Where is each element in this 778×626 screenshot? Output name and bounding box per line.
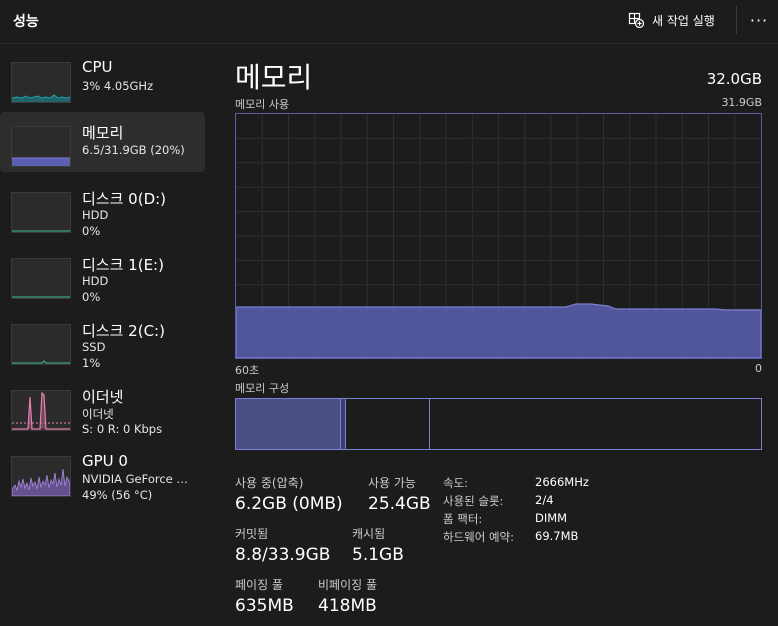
graph-label: 메모리 사용 [235,98,290,111]
stat-label: 커밋됨 [235,527,269,541]
stat-nonpaged-pool: 비페이징 풀 418MB [318,576,377,616]
sidebar-item-usage: 0% [82,224,101,238]
ethernet-thumbnail [11,390,71,431]
memory-thumbnail [11,126,71,167]
stat-value: 6.2GB (0MB) [235,494,343,514]
sidebar-item-memory[interactable]: 메모리 6.5/31.9GB (20%) [0,112,205,172]
cpu-thumbnail [11,62,71,103]
sidebar-item-usage: 49% (56 °C) [82,488,153,502]
stat-label: 페이징 풀 [235,578,283,592]
stat-value: 25.4GB [368,494,431,514]
stat-value: 5.1GB [352,545,404,565]
sidebar-item-name: 메모리 [82,124,124,142]
stat-label: 사용 중(압축) [235,476,304,490]
sidebar-item-detail: HDD [82,274,109,288]
sidebar-item-cpu[interactable]: CPU 3% 4.05GHz [0,48,205,108]
memory-capacity: 32.0GB [706,70,762,88]
spec-form-value: DIMM [535,511,568,525]
sidebar-item-detail: 이더넷 [82,407,114,421]
run-new-task-label: 새 작업 실행 [652,13,715,28]
stat-label: 비페이징 풀 [318,578,378,592]
graph-max-label: 31.9GB [721,96,762,109]
gpu-0-thumbnail [11,456,71,497]
sidebar-item-name: GPU 0 [82,452,128,470]
sidebar-item-detail: 6.5/31.9GB (20%) [82,143,185,157]
composition-in-use [236,399,341,449]
spec-slots-label: 사용된 슬롯: [443,494,504,508]
disk-1-thumbnail [11,258,71,299]
task-manager-window: 성능 새 작업 실행 ··· CPU 3% 4.05GHz 메모리 6.5/31… [0,0,778,626]
new-task-icon [628,12,644,28]
sidebar-item-usage: 1% [82,356,101,370]
main-title: 메모리 [235,61,313,94]
sidebar-item-name: 디스크 0(D:) [82,190,167,208]
sidebar-item-ethernet[interactable]: 이더넷 이더넷 S: 0 R: 0 Kbps [0,376,205,436]
spec-slots-value: 2/4 [535,493,554,507]
spec-speed-value: 2666MHz [535,475,589,489]
sidebar-item-gpu-0[interactable]: GPU 0 NVIDIA GeForce … 49% (56 °C) [0,442,205,502]
sidebar-item-usage: S: 0 R: 0 Kbps [82,422,163,436]
sidebar-item-disk-0[interactable]: 디스크 0(D:) HDD 0% [0,178,205,238]
stat-committed: 커밋됨 8.8/33.9GB [235,525,330,565]
memory-composition-bar [235,398,762,450]
memory-usage-graph [235,113,762,359]
sidebar-item-detail: NVIDIA GeForce … [82,472,188,486]
stat-label: 캐시됨 [352,527,386,541]
sidebar-item-detail: SSD [82,340,106,354]
sidebar-item-detail: 3% 4.05GHz [82,79,154,93]
more-options-icon[interactable]: ··· [744,6,774,34]
stat-paged-pool: 페이징 풀 635MB [235,576,294,616]
sidebar-item-disk-1[interactable]: 디스크 1(E:) HDD 0% [0,244,205,304]
sidebar-item-name: CPU [82,58,113,76]
sidebar-item-name: 디스크 1(E:) [82,256,164,274]
sidebar-item-name: 디스크 2(C:) [82,322,165,340]
header-bar: 성능 새 작업 실행 ··· [0,0,778,44]
disk-2-thumbnail [11,324,71,365]
stat-available: 사용 가능 25.4GB [368,474,431,514]
sidebar-item-usage: 0% [82,290,101,304]
spec-reserved-value: 69.7MB [535,529,579,543]
stat-value: 635MB [235,596,294,616]
sidebar-item-detail: HDD [82,208,109,222]
graph-time-label: 60초 [235,364,260,377]
memory-usage-area [236,303,761,358]
spec-reserved-label: 하드웨어 예약: [443,530,515,544]
stat-value: 418MB [318,596,377,616]
composition-standby [346,399,430,449]
stat-value: 8.8/33.9GB [235,545,331,565]
stat-cached: 캐시됨 5.1GB [352,525,404,565]
graph-zero-label: 0 [755,362,762,375]
spec-speed-label: 속도: [443,476,469,490]
sidebar-item-name: 이더넷 [82,388,124,406]
stat-in-use: 사용 중(압축) 6.2GB (0MB) [235,474,343,514]
stat-label: 사용 가능 [368,476,416,490]
disk-0-thumbnail [11,192,71,233]
memory-usage-graph-svg [236,114,761,358]
spec-form-label: 폼 팩터: [443,512,483,526]
composition-label: 메모리 구성 [235,382,290,395]
sidebar-item-disk-2[interactable]: 디스크 2(C:) SSD 1% [0,310,205,370]
header-divider [736,6,737,34]
run-new-task-button[interactable]: 새 작업 실행 [622,6,728,34]
page-title: 성능 [13,14,39,30]
